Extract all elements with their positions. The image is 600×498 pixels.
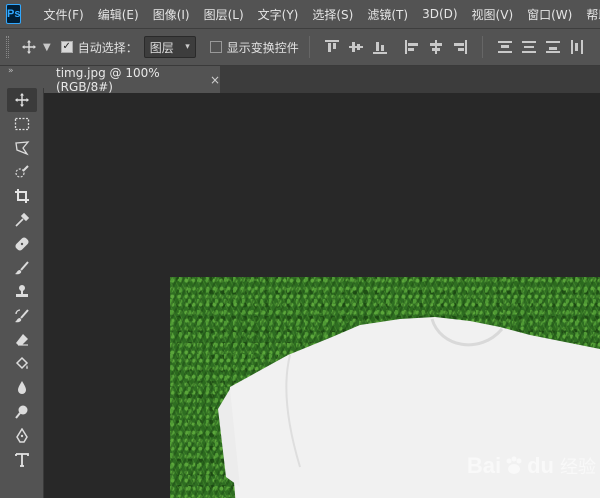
- menu-view[interactable]: 视图(V): [472, 6, 514, 23]
- lasso-tool[interactable]: [7, 136, 37, 160]
- distribute-bottom-icon[interactable]: [545, 40, 560, 54]
- move-icon: [15, 93, 29, 107]
- paw-icon: [506, 456, 522, 474]
- menu-layer[interactable]: 图层(L): [204, 6, 244, 23]
- eraser-tool[interactable]: [7, 328, 37, 352]
- options-bar: ▼ ✓ 自动选择： 图层 ▾ 显示变换控件: [0, 28, 600, 66]
- toolbox: [0, 88, 44, 498]
- marquee-tool[interactable]: [7, 112, 37, 136]
- quick-select-tool[interactable]: [7, 160, 37, 184]
- options-separator: [308, 36, 310, 58]
- chevron-down-icon: ▼: [43, 41, 51, 53]
- panel-collapse-toggle[interactable]: »: [0, 66, 44, 78]
- dodge-tool[interactable]: [7, 400, 37, 424]
- menu-select[interactable]: 选择(S): [312, 6, 353, 23]
- menu-edit[interactable]: 编辑(E): [98, 6, 139, 23]
- paint-bucket-icon: [15, 356, 29, 370]
- dodge-icon: [15, 405, 28, 419]
- menu-file[interactable]: 文件(F): [43, 6, 83, 23]
- eraser-icon: [16, 334, 28, 346]
- watermark-suffix: 经验: [560, 457, 596, 477]
- distribute-top-icon[interactable]: [497, 40, 512, 54]
- document-tab[interactable]: timg.jpg @ 100%(RGB/8#) ×: [44, 65, 220, 94]
- drop-icon: [18, 381, 26, 394]
- menu-image[interactable]: 图像(I): [153, 6, 190, 23]
- photoshop-logo[interactable]: Ps: [6, 4, 22, 24]
- polygon-lasso-icon: [15, 141, 30, 156]
- align-top-icon[interactable]: [324, 40, 339, 54]
- rect-marquee-icon: [14, 117, 30, 131]
- document-tab-bar: timg.jpg @ 100%(RGB/8#) ×: [44, 65, 600, 94]
- watermark-brand-right: du: [527, 453, 554, 478]
- history-brush-icon: [15, 309, 29, 323]
- brush-icon: [15, 261, 29, 275]
- auto-select-target-dropdown[interactable]: 图层 ▾: [143, 36, 196, 58]
- menu-type[interactable]: 文字(Y): [258, 6, 299, 23]
- align-left-icon[interactable]: [404, 40, 419, 54]
- history-brush-tool[interactable]: [7, 304, 37, 328]
- bandage-icon: [15, 237, 29, 251]
- eyedropper-icon: [15, 212, 30, 227]
- menu-filter[interactable]: 滤镜(T): [367, 6, 408, 23]
- align-hcenter-icon[interactable]: [429, 40, 443, 54]
- pen-tool[interactable]: [7, 424, 37, 448]
- options-separator: [481, 36, 483, 58]
- watermark-brand-left: Bai: [466, 453, 502, 478]
- show-transform-checkbox[interactable]: [209, 41, 222, 53]
- move-icon: [22, 40, 36, 54]
- auto-select-target-value: 图层: [149, 40, 174, 55]
- crop-icon: [15, 189, 29, 203]
- menu-bar: Ps 文件(F) 编辑(E) 图像(I) 图层(L) 文字(Y) 选择(S) 滤…: [0, 0, 600, 28]
- align-vcenter-icon[interactable]: [348, 40, 363, 54]
- menu-help[interactable]: 帮助: [586, 6, 600, 23]
- tool-preset-picker[interactable]: ▼: [21, 39, 51, 55]
- stamp-icon: [16, 285, 28, 297]
- pen-icon: [16, 428, 28, 443]
- document-image[interactable]: Bai du 经验: [170, 277, 600, 498]
- chevron-down-icon: ▾: [185, 42, 190, 52]
- canvas-area[interactable]: Bai du 经验: [44, 93, 600, 498]
- quick-select-icon: [15, 165, 29, 178]
- eyedropper-tool[interactable]: [7, 208, 37, 232]
- type-icon: [15, 453, 29, 467]
- blur-tool[interactable]: [7, 376, 37, 400]
- distribute-buttons: [493, 40, 589, 54]
- paint-bucket-tool[interactable]: [7, 352, 37, 376]
- watermark: Bai du 经验: [467, 453, 596, 479]
- menu-window[interactable]: 窗口(W): [527, 6, 572, 23]
- auto-select-label: 自动选择：: [77, 40, 138, 55]
- distribute-vcenter-icon[interactable]: [521, 40, 536, 54]
- stamp-tool[interactable]: [7, 280, 37, 304]
- brush-tool[interactable]: [7, 256, 37, 280]
- document-tab-title: timg.jpg @ 100%(RGB/8#): [56, 65, 160, 94]
- align-bottom-icon[interactable]: [372, 40, 387, 54]
- show-transform-label: 显示变换控件: [226, 40, 299, 55]
- close-icon[interactable]: ×: [210, 73, 220, 87]
- align-right-icon[interactable]: [453, 40, 467, 54]
- move-tool[interactable]: [7, 88, 37, 112]
- auto-select-checkbox[interactable]: ✓: [60, 41, 73, 53]
- menu-3d[interactable]: 3D(D): [422, 7, 457, 21]
- healing-tool[interactable]: [7, 232, 37, 256]
- align-buttons: [320, 40, 472, 54]
- type-tool[interactable]: [7, 448, 37, 472]
- distribute-left-icon[interactable]: [570, 40, 584, 54]
- options-bar-grip[interactable]: [6, 36, 9, 58]
- crop-tool[interactable]: [7, 184, 37, 208]
